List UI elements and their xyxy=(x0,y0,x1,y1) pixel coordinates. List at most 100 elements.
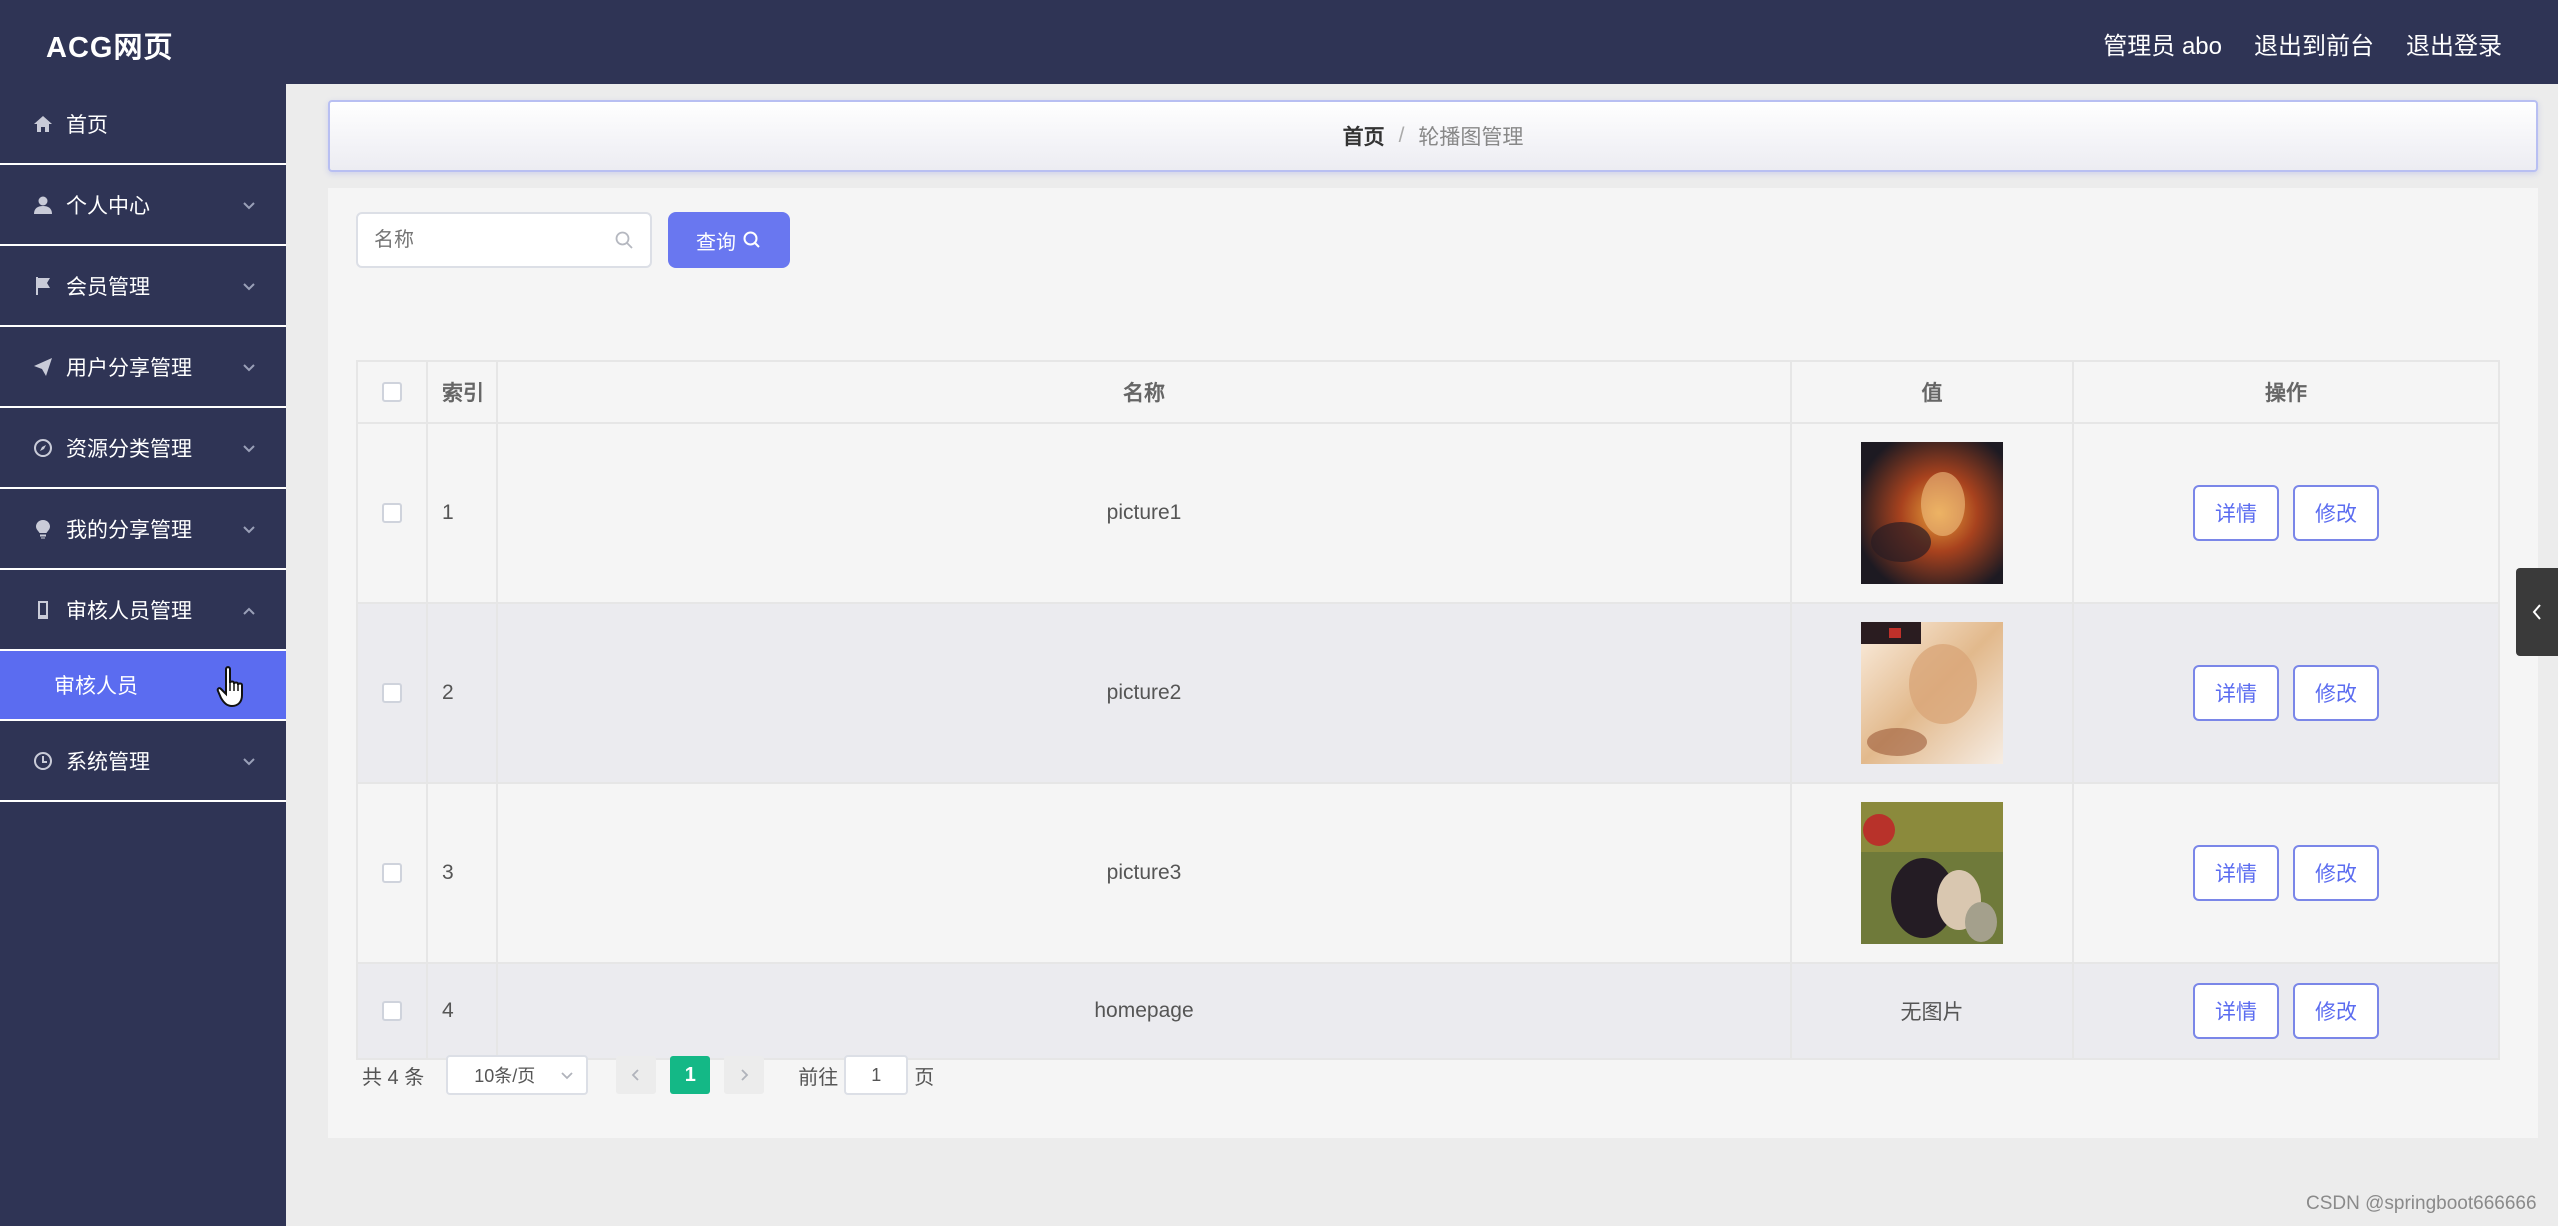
sidebar-item-label: 首页 xyxy=(66,113,108,137)
data-table: 索引 名称 值 操作 1 picture1 详情 修改 2 picture2 详… xyxy=(356,360,2500,1060)
goto-label: 前往 xyxy=(798,1066,839,1089)
back-to-front-link[interactable]: 退出到前台 xyxy=(2254,26,2374,61)
send-icon xyxy=(32,356,54,378)
sidebar-item-label: 系统管理 xyxy=(66,750,150,774)
breadcrumb-current: 轮播图管理 xyxy=(1418,126,1524,149)
pagination-total: 共 4 条 xyxy=(362,1066,425,1089)
next-page-button[interactable] xyxy=(724,1056,765,1094)
query-button[interactable]: 查询 xyxy=(668,212,790,268)
row-checkbox-cell xyxy=(358,964,428,1058)
sidebar-item-user-share-management[interactable]: 用户分享管理 xyxy=(0,327,286,408)
row-index: 3 xyxy=(428,784,498,962)
chevron-left-icon xyxy=(2532,604,2541,620)
sidebar-item-system-management[interactable]: 系统管理 xyxy=(0,721,286,802)
chevron-down-icon xyxy=(242,438,256,453)
sidebar-item-label: 个人中心 xyxy=(66,194,150,218)
sidebar-subitem-label: 审核人员 xyxy=(54,675,138,698)
row-operations: 详情 修改 xyxy=(2074,784,2498,962)
main-area: 首页 / 轮播图管理 查询 索引 名称 值 操作 1 picture1 xyxy=(286,84,2558,1226)
sidebar-item-reviewer-management[interactable]: 审核人员管理 xyxy=(0,570,286,651)
carousel-thumbnail xyxy=(1861,622,2003,764)
row-operations: 详情 修改 xyxy=(2074,964,2498,1058)
edit-button[interactable]: 修改 xyxy=(2293,845,2379,901)
user-icon xyxy=(32,194,54,216)
breadcrumb-home[interactable]: 首页 xyxy=(1343,121,1385,151)
sidebar-item-label: 审核人员管理 xyxy=(66,599,192,623)
page-size-select[interactable]: 10条/页 xyxy=(446,1055,589,1095)
sidebar-item-personal-center[interactable]: 个人中心 xyxy=(0,165,286,246)
header-checkbox-cell xyxy=(358,362,428,422)
flag-icon xyxy=(32,275,54,297)
compass-icon xyxy=(32,437,54,459)
row-checkbox[interactable] xyxy=(382,503,402,523)
search-field[interactable] xyxy=(356,212,652,268)
row-index: 2 xyxy=(428,604,498,782)
edit-button[interactable]: 修改 xyxy=(2293,665,2379,721)
carousel-thumbnail xyxy=(1861,442,2003,584)
chevron-down-icon xyxy=(561,1072,573,1080)
carousel-thumbnail xyxy=(1861,802,2003,944)
row-checkbox[interactable] xyxy=(382,863,402,883)
row-checkbox[interactable] xyxy=(382,683,402,703)
row-name: homepage xyxy=(498,964,1792,1058)
row-value-cell xyxy=(1792,424,2074,602)
page-size-value: 10条/页 xyxy=(474,1066,536,1086)
sidebar: 首页 个人中心 会员管理 用户分享管理 资源分类管理 我的分享管理 审核人员管理… xyxy=(0,84,286,1226)
chevron-down-icon xyxy=(242,357,256,372)
pagination: 共 4 条 10条/页 1 前往 页 xyxy=(362,1054,934,1096)
row-checkbox[interactable] xyxy=(382,1001,402,1021)
edit-button[interactable]: 修改 xyxy=(2293,983,2379,1039)
page-suffix: 页 xyxy=(914,1066,935,1089)
goto-page-input[interactable] xyxy=(844,1055,909,1095)
side-panel-toggle[interactable] xyxy=(2516,568,2558,656)
table-row: 3 picture3 详情 修改 xyxy=(358,784,2498,964)
row-value: 无图片 xyxy=(1792,964,2074,1058)
sidebar-item-home[interactable]: 首页 xyxy=(0,84,286,165)
top-links: 管理员 abo 退出到前台 退出登录 xyxy=(2103,26,2502,61)
select-all-checkbox[interactable] xyxy=(382,382,402,402)
detail-button[interactable]: 详情 xyxy=(2193,485,2279,541)
row-name: picture3 xyxy=(498,784,1792,962)
brand-title: ACG网页 xyxy=(46,32,174,64)
prev-page-button[interactable] xyxy=(616,1056,657,1094)
chevron-right-icon xyxy=(741,1069,749,1081)
row-value-cell xyxy=(1792,784,2074,962)
row-checkbox-cell xyxy=(358,784,428,962)
chevron-down-icon xyxy=(242,195,256,210)
row-name: picture1 xyxy=(498,424,1792,602)
row-index: 4 xyxy=(428,964,498,1058)
table-row: 2 picture2 详情 修改 xyxy=(358,604,2498,784)
sidebar-item-my-share-management[interactable]: 我的分享管理 xyxy=(0,489,286,570)
row-checkbox-cell xyxy=(358,604,428,782)
search-icon xyxy=(615,231,633,249)
edit-button[interactable]: 修改 xyxy=(2293,485,2379,541)
sidebar-item-label: 资源分类管理 xyxy=(66,437,192,461)
table-header-row: 索引 名称 值 操作 xyxy=(358,362,2498,424)
sidebar-item-label: 我的分享管理 xyxy=(66,518,192,542)
detail-button[interactable]: 详情 xyxy=(2193,845,2279,901)
row-value-cell xyxy=(1792,604,2074,782)
admin-user-label: 管理员 abo xyxy=(2103,33,2222,60)
clock-icon xyxy=(32,750,54,772)
home-icon xyxy=(32,113,54,135)
logout-link[interactable]: 退出登录 xyxy=(2406,26,2502,61)
search-input[interactable] xyxy=(374,228,614,252)
sidebar-item-member-management[interactable]: 会员管理 xyxy=(0,246,286,327)
content-panel: 查询 索引 名称 值 操作 1 picture1 xyxy=(328,188,2538,1138)
chevron-down-icon xyxy=(242,276,256,291)
chevron-down-icon xyxy=(242,519,256,534)
detail-button[interactable]: 详情 xyxy=(2193,983,2279,1039)
sidebar-item-resource-category-management[interactable]: 资源分类管理 xyxy=(0,408,286,489)
phone-icon xyxy=(32,599,54,621)
page-number-current[interactable]: 1 xyxy=(670,1056,711,1094)
watermark: CSDN @springboot666666 xyxy=(2306,1193,2537,1214)
sidebar-subitem-reviewer[interactable]: 审核人员 xyxy=(0,651,286,721)
row-name: picture2 xyxy=(498,604,1792,782)
detail-button[interactable]: 详情 xyxy=(2193,665,2279,721)
header-operation: 操作 xyxy=(2265,382,2307,405)
header-name: 名称 xyxy=(498,362,1792,422)
header-value: 值 xyxy=(1792,362,2074,422)
table-row: 4 homepage 无图片 详情 修改 xyxy=(358,964,2498,1058)
row-index: 1 xyxy=(428,424,498,602)
row-operations: 详情 修改 xyxy=(2074,604,2498,782)
